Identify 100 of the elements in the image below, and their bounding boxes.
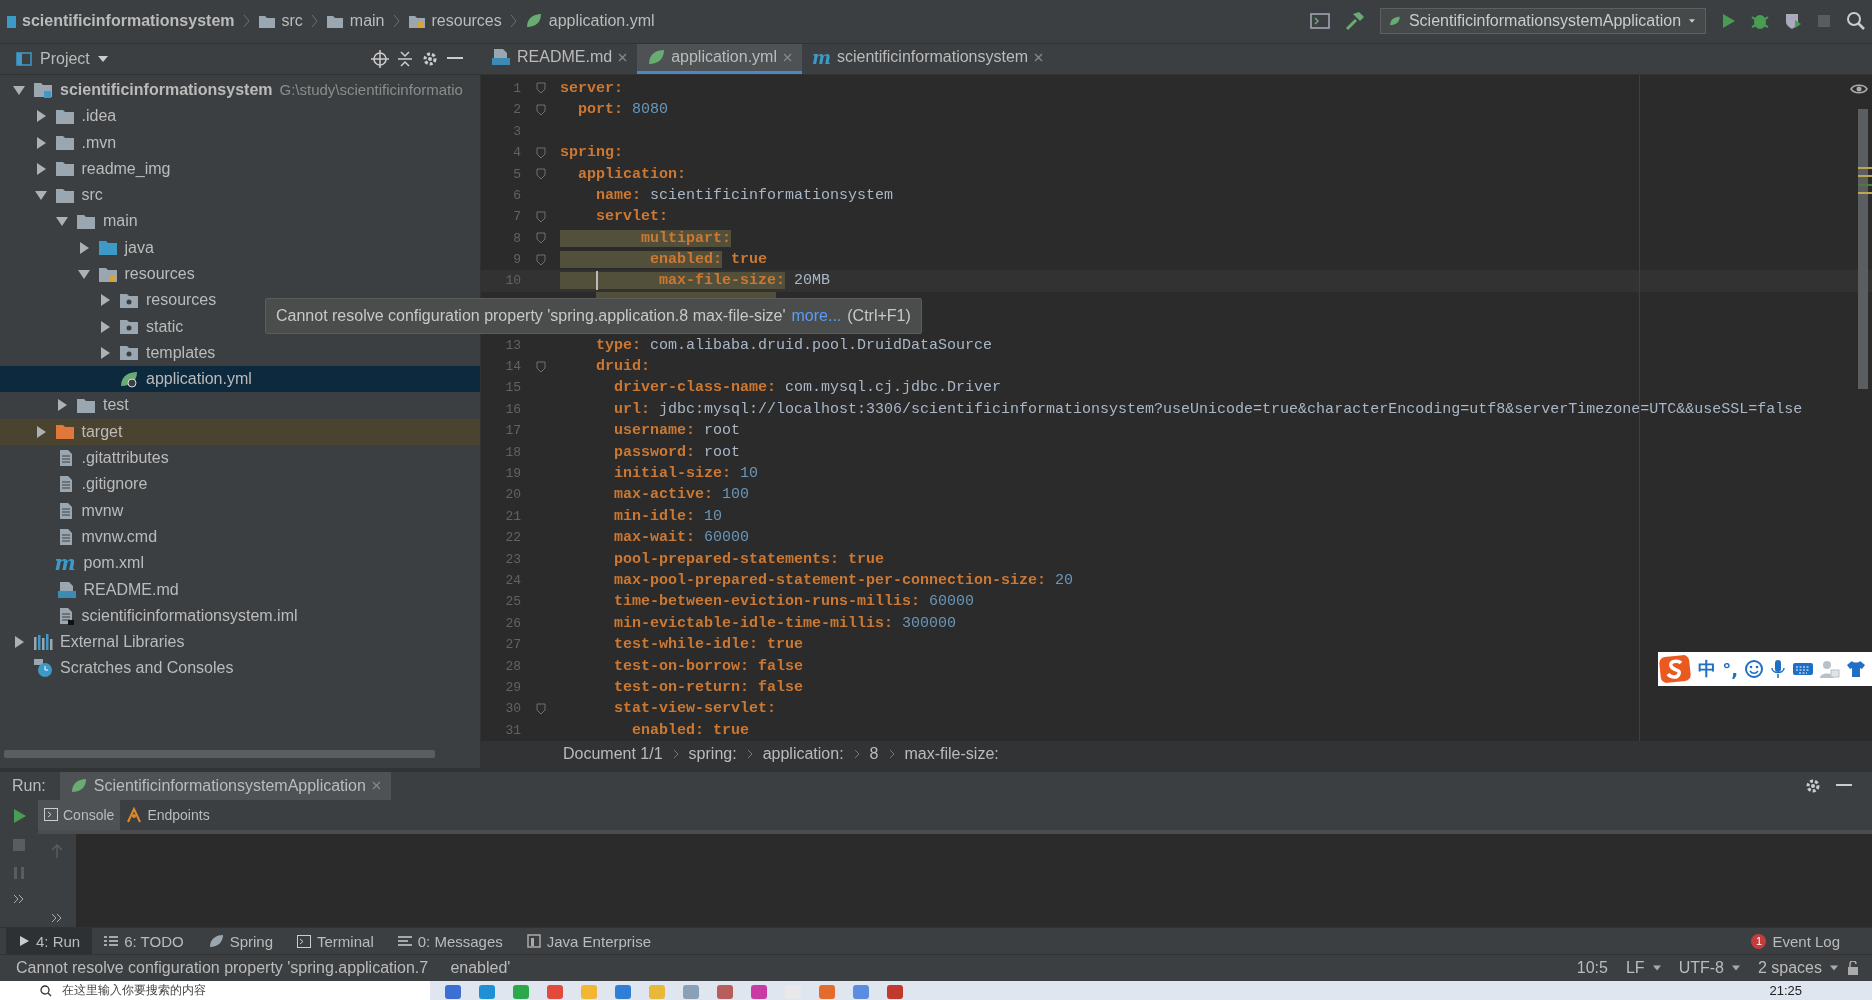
run-icon[interactable] [1720, 13, 1736, 30]
taskbar-app-icon[interactable] [612, 982, 634, 999]
tree-item[interactable]: scientificinformationsystem.iml [0, 602, 480, 629]
tree-item[interactable]: mvnw [0, 497, 480, 524]
more-icon[interactable] [51, 913, 63, 924]
expanded-arrow-icon[interactable] [76, 267, 91, 281]
taskbar-app-icon[interactable] [680, 982, 702, 999]
eye-icon[interactable] [1850, 82, 1868, 95]
fold-icon[interactable] [535, 253, 546, 266]
tree-item[interactable]: .gitattributes [0, 444, 480, 472]
taskbar-app-icon[interactable] [748, 982, 770, 999]
tool-window-button[interactable]: 4: Run [6, 928, 93, 955]
tool-window-button[interactable]: Spring [195, 928, 286, 955]
collapsed-arrow-icon[interactable] [98, 293, 112, 308]
hammer-icon[interactable] [1344, 11, 1366, 32]
breadcrumb-item[interactable]: resources [431, 12, 502, 31]
tree-item[interactable]: External Libraries [0, 629, 480, 656]
collapsed-arrow-icon[interactable] [55, 398, 69, 413]
run-subtab[interactable]: Endpoints [120, 799, 216, 830]
tree-item[interactable]: .idea [0, 103, 480, 130]
crosshair-icon[interactable] [371, 49, 389, 68]
tree-item[interactable]: .gitignore [0, 471, 480, 498]
run-icon[interactable] [11, 807, 27, 824]
fold-icon[interactable] [535, 232, 546, 245]
tool-window-button[interactable]: Java Enterprise [514, 928, 663, 955]
shirt-icon[interactable] [1846, 660, 1866, 678]
scrollbar-thumb[interactable] [1858, 108, 1868, 389]
indent-setting[interactable]: 2 spaces [1757, 959, 1822, 978]
taskbar-app-icon[interactable] [714, 982, 736, 999]
breadcrumb-item[interactable]: spring: [688, 745, 737, 764]
close-icon[interactable] [371, 781, 381, 791]
run-tab[interactable]: ScientificinformationsystemApplication [59, 771, 391, 800]
breadcrumb-item[interactable]: application.yml [548, 12, 655, 31]
fold-icon[interactable] [535, 103, 546, 116]
ime-logo-icon[interactable] [1658, 654, 1693, 684]
close-icon[interactable] [782, 52, 792, 62]
collapsed-arrow-icon[interactable] [98, 319, 112, 334]
more-icon[interactable] [13, 893, 25, 904]
collapsed-arrow-icon[interactable] [98, 345, 112, 360]
breadcrumb-item[interactable]: application: [762, 745, 844, 764]
tree-item[interactable]: scientificinformationsystem G:\study\scientificinformatio [0, 76, 480, 104]
fold-icon[interactable] [535, 210, 546, 223]
shield-icon[interactable] [1784, 12, 1802, 31]
close-icon[interactable] [618, 52, 628, 62]
tree-item[interactable]: Scratches and Consoles [0, 655, 480, 682]
breadcrumb-item[interactable]: Document 1/1 [563, 745, 663, 764]
close-icon[interactable] [1034, 52, 1044, 62]
taskbar-app-icon[interactable] [442, 982, 464, 999]
line-separator[interactable]: LF [1625, 959, 1645, 978]
project-view-dropdown[interactable]: Project [40, 49, 90, 68]
taskbar-app-icon[interactable] [510, 982, 532, 999]
tree-item[interactable]: target [0, 418, 480, 445]
fold-icon[interactable] [535, 146, 546, 159]
breadcrumb-item[interactable]: 8 [869, 745, 879, 764]
editor-tab[interactable]: README.md [481, 43, 638, 74]
tree-item[interactable]: m pom.xml [0, 550, 480, 577]
collapse-icon[interactable] [397, 49, 413, 68]
run-subtab[interactable]: Console [38, 799, 121, 830]
tree-item[interactable]: resources [0, 260, 480, 288]
smiley-icon[interactable] [1744, 659, 1764, 679]
taskbar-app-icon[interactable] [816, 982, 838, 999]
taskbar-app-icon[interactable] [850, 982, 872, 999]
taskbar-app-icon[interactable] [884, 982, 906, 999]
lock-icon[interactable] [1846, 961, 1860, 976]
ime-toggle[interactable]: 中 [1698, 657, 1717, 681]
tree-item[interactable]: src [0, 181, 480, 209]
collapsed-arrow-icon[interactable] [12, 635, 26, 650]
fold-icon[interactable] [535, 702, 546, 715]
file-encoding[interactable]: UTF-8 [1678, 959, 1724, 978]
editor-tab[interactable]: m scientificinformationsystem [801, 43, 1054, 74]
breadcrumb-item[interactable]: scientificinformationsystem [22, 12, 235, 31]
scrollbar-thumb[interactable] [4, 749, 435, 758]
fold-icon[interactable] [535, 168, 546, 181]
cursor-position[interactable]: 10:5 [1576, 959, 1608, 978]
taskbar-search-field[interactable]: 在这里输入你要搜索的内容 [0, 981, 430, 1000]
tree-item[interactable]: .mvn [0, 129, 480, 156]
taskbar-app-icon[interactable] [476, 982, 498, 999]
tree-item[interactable]: templates [0, 339, 480, 367]
breadcrumb-item[interactable]: main [349, 12, 385, 31]
tool-window-button[interactable]: 6: TODO [92, 928, 196, 955]
event-log-button[interactable]: 1 Event Log [1739, 928, 1852, 955]
breadcrumb-item[interactable]: src [281, 12, 303, 31]
tool-window-button[interactable]: Terminal [285, 928, 386, 955]
fold-icon[interactable] [535, 360, 546, 373]
taskbar-app-icon[interactable] [544, 982, 566, 999]
tree-item[interactable]: test [0, 392, 480, 419]
terminal-icon[interactable] [1310, 12, 1330, 31]
ime-toggle[interactable]: °, [1722, 658, 1738, 680]
tree-item[interactable]: application.yml [0, 366, 480, 393]
microphone-icon[interactable] [1770, 659, 1786, 679]
fold-icon[interactable] [535, 82, 546, 95]
tool-window-button[interactable]: 0: Messages [385, 928, 515, 955]
tree-item[interactable]: java [0, 234, 480, 261]
keyboard-icon[interactable] [1792, 661, 1814, 677]
tree-item[interactable]: mvnw.cmd [0, 523, 480, 551]
more-link[interactable]: more... [791, 306, 842, 325]
run-configuration-dropdown[interactable]: ScientificinformationsystemApplication [1380, 8, 1706, 35]
breadcrumb-item[interactable]: max-file-size: [904, 745, 999, 764]
editor-tab[interactable]: application.yml [637, 43, 802, 74]
search-icon[interactable] [1846, 11, 1866, 32]
